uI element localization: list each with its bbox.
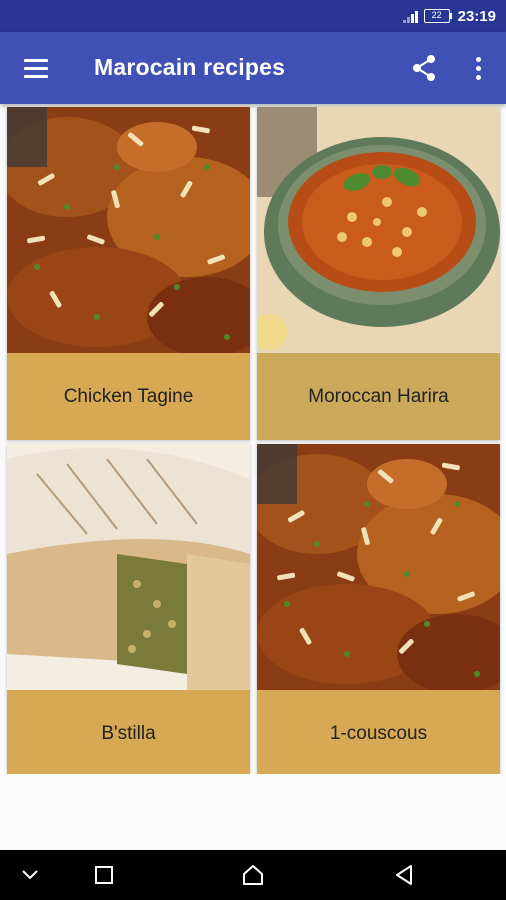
recipe-title: Chicken Tagine: [63, 385, 194, 407]
share-icon[interactable]: [408, 52, 440, 84]
status-bar: 22 23:19: [0, 0, 506, 32]
battery-icon: 22: [423, 9, 452, 23]
recipe-title: 1-couscous: [329, 722, 428, 744]
chevron-down-icon[interactable]: [0, 850, 60, 900]
chicken-tagine-photo: [7, 107, 250, 353]
battery-level: 22: [423, 9, 450, 23]
app-screen: 22 23:19 Marocain recipes Chicken Tagine…: [0, 0, 506, 900]
recents-square-icon[interactable]: [74, 850, 134, 900]
recipe-grid: Chicken Tagine Moroccan Harira B'stilla …: [0, 104, 506, 777]
back-triangle-icon[interactable]: [374, 850, 434, 900]
app-title: Marocain recipes: [94, 54, 286, 80]
app-bar: Marocain recipes: [0, 32, 506, 104]
system-nav-bar: [0, 850, 506, 900]
status-time: 23:19: [457, 7, 496, 25]
bstilla-photo: [7, 444, 250, 690]
recipe-card-bstilla[interactable]: B'stilla: [7, 444, 250, 777]
empty-area: [0, 774, 506, 850]
recipe-title: B'stilla: [101, 722, 156, 744]
recipe-card-chicken-tagine[interactable]: Chicken Tagine: [7, 107, 250, 440]
menu-icon[interactable]: [18, 53, 54, 83]
more-options-icon[interactable]: [466, 52, 490, 84]
recipe-title: Moroccan Harira: [308, 385, 449, 407]
recipe-card-couscous[interactable]: 1-couscous: [257, 444, 500, 777]
recipe-card-moroccan-harira[interactable]: Moroccan Harira: [257, 107, 500, 440]
couscous-photo: [257, 444, 500, 690]
moroccan-harira-photo: [257, 107, 500, 353]
home-icon[interactable]: [223, 850, 283, 900]
signal-icon: [402, 9, 418, 23]
